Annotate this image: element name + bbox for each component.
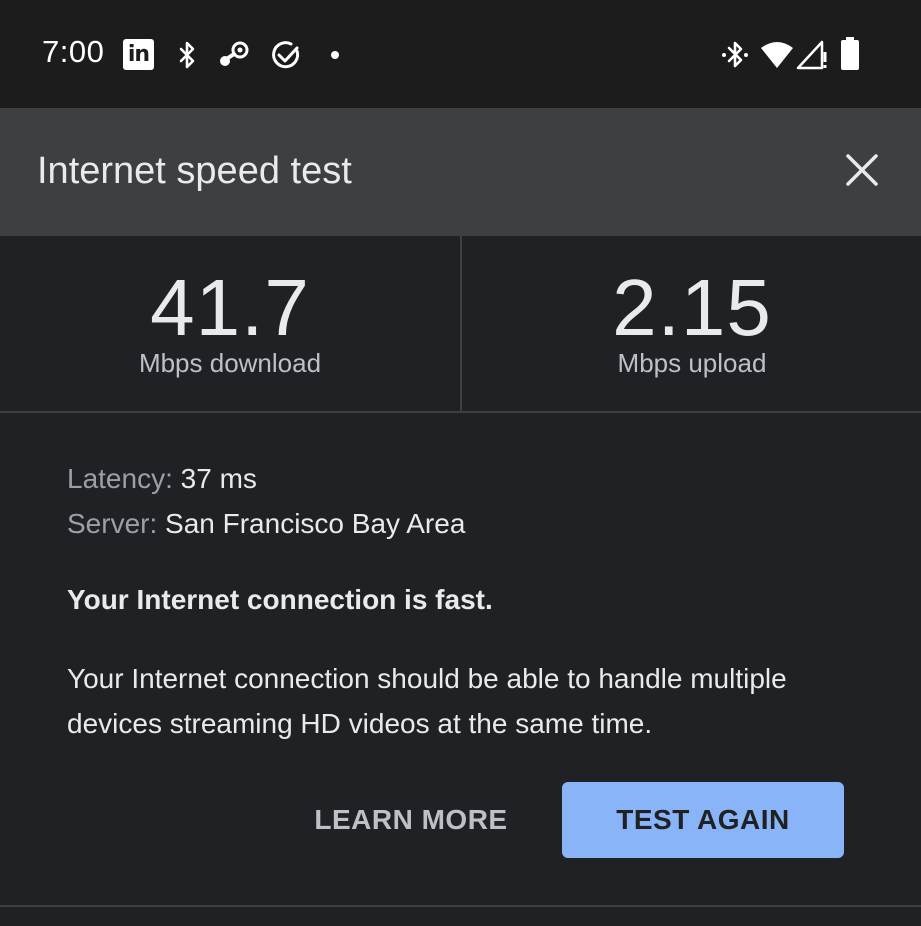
bottom-divider [0, 905, 921, 907]
server-label: Server: [67, 508, 158, 539]
close-icon [846, 154, 878, 186]
server-row: Server: San Francisco Bay Area [67, 506, 465, 542]
speed-verdict: Your Internet connection is fast. [67, 584, 493, 615]
speed-description: Your Internet connection should be able … [67, 663, 787, 739]
upload-result: 2.15 Mbps upload [462, 262, 921, 378]
wifi-icon [760, 40, 794, 70]
steam-icon [217, 39, 251, 71]
upload-unit: Mbps upload [617, 348, 767, 378]
download-unit: Mbps download [138, 348, 322, 378]
download-value: 41.7 [150, 263, 310, 352]
status-time: 7:00 [42, 34, 105, 69]
download-result: 41.7 Mbps download [0, 262, 460, 378]
close-button[interactable] [840, 148, 884, 192]
battery-icon [840, 37, 860, 71]
notification-dot-icon [330, 50, 340, 60]
latency-row: Latency: 37 ms [67, 461, 257, 497]
test-again-button[interactable]: TEST AGAIN [562, 782, 844, 858]
check-circle-icon [270, 39, 302, 71]
cell-signal-icon [796, 40, 828, 70]
bluetooth-connected-icon [718, 38, 752, 72]
page-title: Internet speed test [37, 150, 352, 192]
status-bar: 7:00 in [0, 0, 921, 108]
latency-value: 37 ms [180, 463, 257, 494]
latency-label: Latency: [67, 463, 173, 494]
bluetooth-icon [174, 40, 200, 70]
linkedin-icon: in [123, 39, 154, 70]
upload-value: 2.15 [612, 263, 772, 352]
learn-more-button[interactable]: LEARN MORE [300, 782, 522, 858]
server-value: San Francisco Bay Area [165, 508, 466, 539]
